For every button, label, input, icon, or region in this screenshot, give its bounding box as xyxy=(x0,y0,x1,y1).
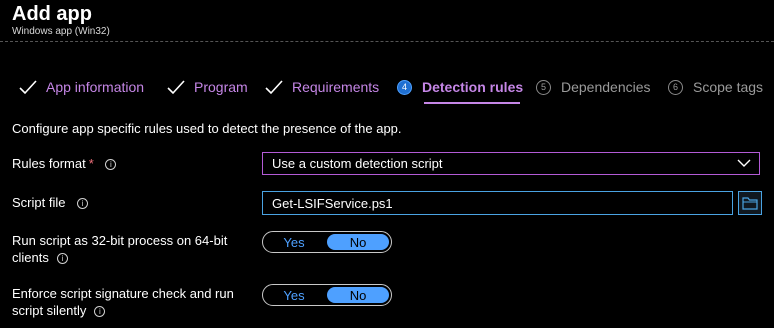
tab-app-information[interactable]: App information xyxy=(18,74,144,100)
page-title: Add app xyxy=(12,3,92,25)
run-32bit-label-line1: Run script as 32-bit process on 64-bit xyxy=(12,233,228,248)
rules-format-dropdown[interactable]: Use a custom detection script xyxy=(262,152,760,175)
info-icon[interactable]: i xyxy=(56,253,68,265)
step-label: Dependencies xyxy=(561,79,651,95)
tab-dependencies[interactable]: 5 Dependencies xyxy=(536,74,651,100)
browse-file-button[interactable] xyxy=(738,191,762,215)
run-32bit-label: Run script as 32-bit process on 64-bit c… xyxy=(12,232,227,266)
step-label: Program xyxy=(194,79,248,95)
tab-scope-tags[interactable]: 6 Scope tags xyxy=(668,74,763,100)
blade-header: Add app Windows app (Win32) xyxy=(0,0,774,42)
step-number: 5 xyxy=(536,79,551,95)
enforce-signature-toggle[interactable]: Yes No xyxy=(262,284,392,306)
chevron-down-icon xyxy=(737,159,751,167)
enforce-signature-label-line2: script silently xyxy=(12,303,87,318)
step-number: 4 xyxy=(397,79,412,95)
step-label: App information xyxy=(46,79,145,95)
toggle-no-option[interactable]: No xyxy=(327,287,389,303)
checkmark-icon xyxy=(19,80,37,95)
rules-format-label: Rules format * i xyxy=(12,155,117,172)
rules-format-value: Use a custom detection script xyxy=(272,156,443,171)
step-label: Scope tags xyxy=(693,79,764,95)
info-icon[interactable]: i xyxy=(105,159,117,171)
step-number: 6 xyxy=(668,79,683,95)
enforce-signature-label: Enforce script signature check and run s… xyxy=(12,285,234,319)
toggle-yes-option[interactable]: Yes xyxy=(263,232,325,252)
script-file-input[interactable]: Get-LSIFService.ps1 xyxy=(262,191,733,215)
required-asterisk: * xyxy=(88,156,94,171)
run-32bit-label-line2: clients xyxy=(12,250,49,265)
info-icon[interactable]: i xyxy=(77,198,89,210)
info-icon[interactable]: i xyxy=(94,306,106,318)
tab-detection-rules[interactable]: 4 Detection rules xyxy=(397,74,523,100)
step-label: Requirements xyxy=(292,79,380,95)
rules-format-label-text: Rules format xyxy=(12,156,86,171)
tab-requirements[interactable]: Requirements xyxy=(264,74,379,100)
tab-program[interactable]: Program xyxy=(166,74,248,100)
wizard-steps: App information Program Requirements 4 D… xyxy=(0,74,774,104)
checkmark-icon xyxy=(167,80,185,95)
script-file-label: Script file i xyxy=(12,194,89,211)
page-subtitle: Windows app (Win32) xyxy=(12,26,110,37)
enforce-signature-label-line1: Enforce script signature check and run xyxy=(12,286,234,301)
toggle-no-option[interactable]: No xyxy=(327,234,389,250)
checkmark-icon xyxy=(265,80,283,95)
toggle-yes-option[interactable]: Yes xyxy=(263,285,325,305)
form-description: Configure app specific rules used to det… xyxy=(12,121,402,136)
folder-icon xyxy=(742,197,758,210)
step-label: Detection rules xyxy=(422,79,524,95)
run-32bit-toggle[interactable]: Yes No xyxy=(262,231,392,253)
active-tab-indicator xyxy=(424,102,520,104)
script-file-label-text: Script file xyxy=(12,195,66,210)
